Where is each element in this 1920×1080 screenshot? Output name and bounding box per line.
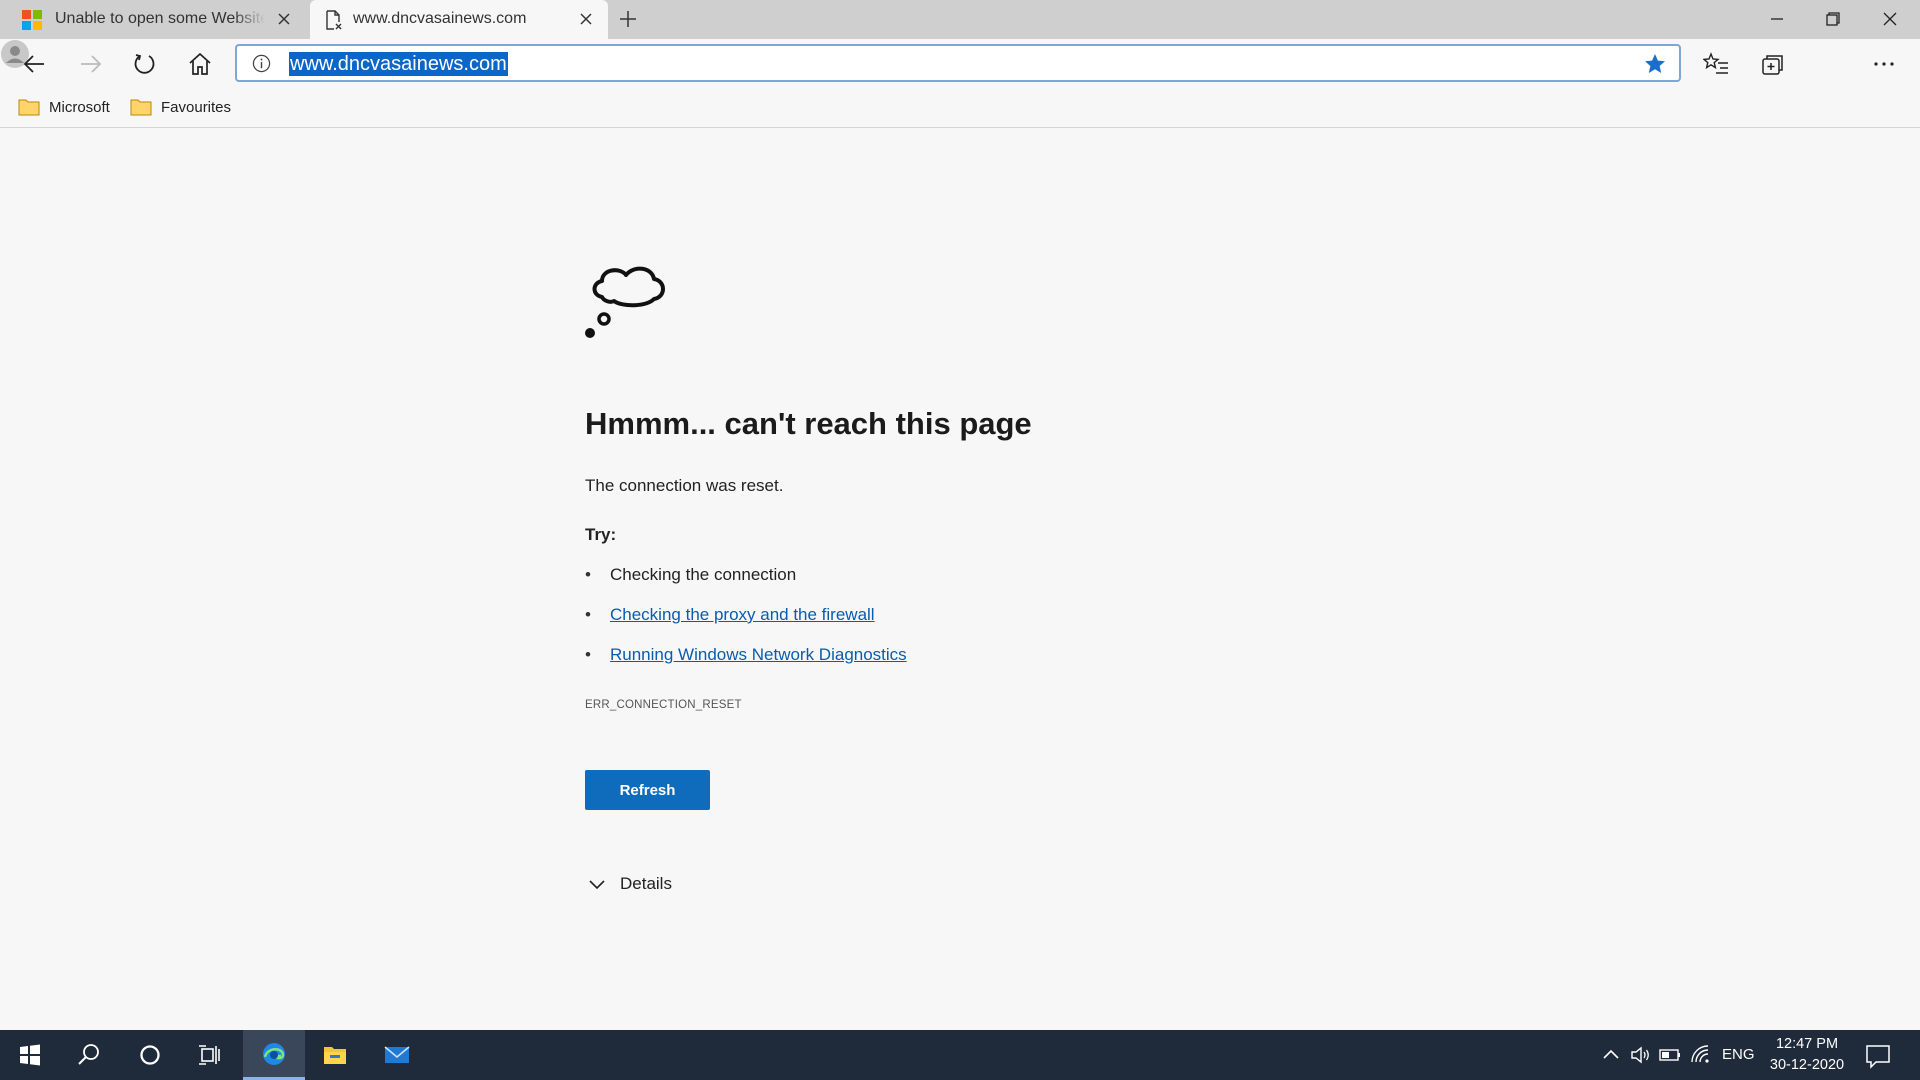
new-tab-icon[interactable] xyxy=(617,8,639,30)
refresh-button[interactable]: Refresh xyxy=(585,770,710,810)
favorites-bar: Microsoft Favourites xyxy=(0,88,1920,128)
tab-title: www.dncvasainews.com xyxy=(353,10,527,27)
edge-taskbar-button[interactable] xyxy=(243,1030,305,1080)
star-filled-icon[interactable] xyxy=(1643,52,1667,76)
details-label: Details xyxy=(620,874,672,893)
error-description: The connection was reset. xyxy=(585,476,784,495)
error-title: Hmmm... can't reach this page xyxy=(585,406,1032,441)
more-options-icon[interactable] xyxy=(1871,51,1897,77)
chevron-up-icon[interactable] xyxy=(1599,1043,1623,1067)
clock-date: 30-12-2020 xyxy=(1769,1057,1845,1073)
notification-icon[interactable] xyxy=(1864,1042,1892,1070)
cortana-button[interactable] xyxy=(120,1030,180,1080)
tab-dncvasainews[interactable]: www.dncvasainews.com xyxy=(310,0,608,39)
refresh-icon[interactable] xyxy=(132,51,158,77)
suggestion-item: Checking the proxy and the firewall xyxy=(585,605,907,645)
browser-toolbar: www.dncvasainews.com xyxy=(0,39,1920,88)
thought-cloud-icon xyxy=(585,266,665,338)
suggestion-network-diagnostics-link[interactable]: Running Windows Network Diagnostics xyxy=(610,645,907,664)
home-icon[interactable] xyxy=(187,51,213,77)
volume-icon[interactable] xyxy=(1628,1043,1652,1067)
close-window-icon[interactable] xyxy=(1879,8,1901,30)
favorite-folder-microsoft[interactable]: Microsoft xyxy=(18,94,110,120)
edge-logo-icon xyxy=(263,1042,285,1065)
cortana-circle-icon xyxy=(140,1045,160,1065)
favorite-folder-favourites[interactable]: Favourites xyxy=(130,94,231,120)
suggestion-item: Checking the connection xyxy=(585,565,907,605)
minimize-icon[interactable] xyxy=(1766,8,1788,30)
microsoft-logo-icon xyxy=(22,10,42,30)
folder-icon xyxy=(324,1047,346,1064)
tab-unable-to-open[interactable]: Unable to open some Websites in Microsof… xyxy=(0,0,306,39)
search-button[interactable] xyxy=(59,1030,119,1080)
chevron-down-icon xyxy=(589,880,605,890)
tab-strip: Unable to open some Websites in Microsof… xyxy=(0,0,1920,39)
info-icon[interactable] xyxy=(252,54,271,73)
tab-title: Unable to open some Websites in Microsof… xyxy=(55,10,265,27)
suggestion-proxy-firewall-link[interactable]: Checking the proxy and the firewall xyxy=(610,605,875,624)
clock-time: 12:47 PM xyxy=(1775,1036,1839,1052)
taskbar: ENG 12:47 PM 30-12-2020 xyxy=(0,1030,1920,1080)
task-view-icon xyxy=(199,1045,220,1065)
favorite-label: Favourites xyxy=(161,98,232,116)
details-toggle[interactable]: Details xyxy=(588,874,672,894)
mail-taskbar-button[interactable] xyxy=(367,1030,427,1080)
favorites-list-icon[interactable] xyxy=(1703,51,1729,77)
wifi-icon[interactable] xyxy=(1689,1043,1713,1067)
error-code: ERR_CONNECTION_RESET xyxy=(585,699,742,711)
search-icon xyxy=(78,1044,99,1065)
start-button[interactable] xyxy=(0,1030,60,1080)
suggestion-item: Running Windows Network Diagnostics xyxy=(585,645,907,685)
language-indicator[interactable]: ENG xyxy=(1722,1046,1755,1063)
suggestions-list: Checking the connection Checking the pro… xyxy=(585,565,907,685)
folder-icon xyxy=(18,99,40,116)
battery-icon[interactable] xyxy=(1658,1043,1682,1067)
restore-icon[interactable] xyxy=(1822,8,1844,30)
task-view-button[interactable] xyxy=(180,1030,240,1080)
folder-icon xyxy=(130,99,152,116)
favorite-label: Microsoft xyxy=(49,98,110,116)
broken-page-icon xyxy=(326,10,342,30)
url-text[interactable]: www.dncvasainews.com xyxy=(289,52,508,76)
mail-icon xyxy=(384,1046,410,1063)
try-label: Try: xyxy=(585,525,617,544)
address-bar[interactable]: www.dncvasainews.com xyxy=(235,44,1681,82)
forward-arrow-icon[interactable] xyxy=(77,51,103,77)
suggestion-check-connection: Checking the connection xyxy=(610,565,797,584)
close-tab-icon[interactable] xyxy=(578,11,594,27)
clock[interactable]: 12:47 PM 30-12-2020 xyxy=(1767,1034,1847,1076)
windows-logo-icon xyxy=(20,1044,40,1066)
back-arrow-icon[interactable] xyxy=(22,51,48,77)
collections-icon[interactable] xyxy=(1759,51,1785,77)
file-explorer-taskbar-button[interactable] xyxy=(305,1030,365,1080)
close-tab-icon[interactable] xyxy=(276,11,292,27)
error-page: Hmmm... can't reach this page The connec… xyxy=(0,129,1920,1029)
